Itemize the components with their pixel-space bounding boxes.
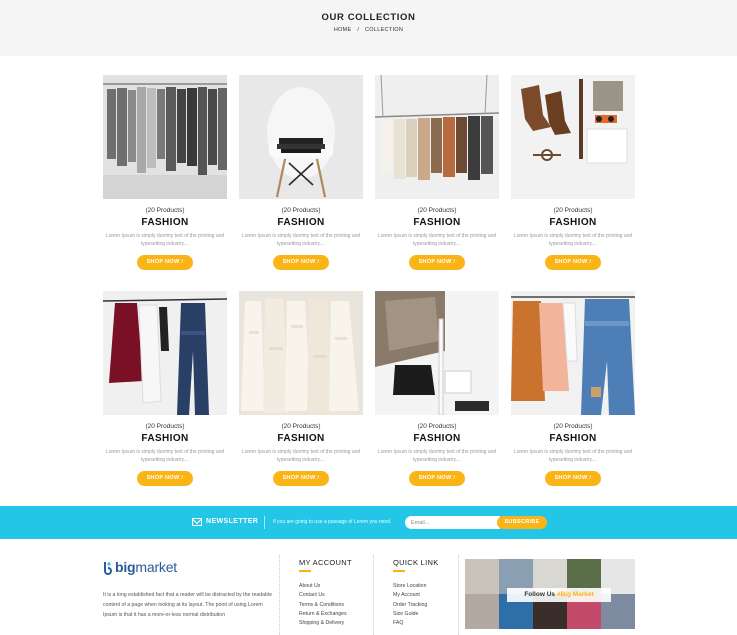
follow-us-banner[interactable]: Follow Us #Big Market (507, 588, 611, 602)
product-name[interactable]: FASHION (103, 433, 227, 444)
product-image-white-dresses[interactable] (239, 291, 363, 415)
product-image-grey-jackets[interactable] (103, 75, 227, 199)
product-image-clothes-rail[interactable] (375, 75, 499, 199)
page-title: OUR COLLECTION (321, 12, 416, 23)
product-name[interactable]: FASHION (511, 217, 635, 228)
footer-divider (279, 555, 280, 635)
product-name[interactable]: FASHION (239, 217, 363, 228)
shop-now-button[interactable]: SHOP NOW ! (409, 255, 465, 270)
shop-now-button[interactable]: SHOP NOW ! (137, 471, 193, 486)
product-image-red-coat[interactable] (103, 291, 227, 415)
breadcrumb-current: COLLECTION (365, 27, 404, 33)
product-count: (20 Products) (553, 207, 593, 214)
newsletter-divider (264, 516, 265, 529)
footer-link-faq[interactable]: FAQ (393, 619, 427, 628)
logo-mark-icon (104, 562, 112, 575)
product-card: (20 Products) FASHION Lorem Ipsum is sim… (103, 291, 227, 486)
product-count: (20 Products) (553, 423, 593, 430)
heading-underline (299, 570, 311, 572)
product-image-flat-lay[interactable] (511, 75, 635, 199)
newsletter-label: NEWSLETTER (206, 518, 259, 525)
follow-us-text: Follow Us (524, 591, 556, 598)
footer-link-shipping[interactable]: Shipping & Delivery (299, 619, 347, 628)
shop-now-button[interactable]: SHOP NOW ! (273, 255, 329, 270)
footer-link-store-location[interactable]: Store Location (393, 582, 427, 591)
footer-link-terms[interactable]: Terms & Conditions (299, 601, 347, 610)
product-name[interactable]: FASHION (511, 433, 635, 444)
footer-divider (373, 555, 374, 635)
breadcrumb-home-link[interactable]: HOME (334, 27, 352, 33)
product-card: (20 Products) FASHION Lorem Ipsum is sim… (375, 291, 499, 486)
product-count: (20 Products) (281, 207, 321, 214)
product-description: Lorem Ipsum is simply dummy text of the … (241, 233, 361, 247)
shop-now-button[interactable]: SHOP NOW ! (137, 255, 193, 270)
heading-underline (393, 570, 405, 572)
product-card: (20 Products) FASHION Lorem Ipsum is sim… (239, 75, 363, 270)
footer-link-returns[interactable]: Return & Exchanges (299, 610, 347, 619)
product-description: Lorem Ipsum is simply dummy text of the … (377, 449, 497, 463)
product-count: (20 Products) (281, 423, 321, 430)
breadcrumb-separator: / (357, 27, 360, 33)
product-count: (20 Products) (417, 423, 457, 430)
my-account-heading: MY ACCOUNT (299, 558, 352, 567)
product-image-jackets-denim[interactable] (511, 291, 635, 415)
shop-now-button[interactable]: SHOP NOW ! (545, 255, 601, 270)
gallery-image[interactable] (465, 559, 499, 594)
product-count: (20 Products) (417, 207, 457, 214)
shop-now-button[interactable]: SHOP NOW ! (545, 471, 601, 486)
product-card: (20 Products) FASHION Lorem Ipsum is sim… (511, 75, 635, 270)
product-name[interactable]: FASHION (375, 433, 499, 444)
newsletter-bar: NEWSLETTER If you are going to use a pas… (0, 506, 737, 539)
shop-now-button[interactable]: SHOP NOW ! (409, 471, 465, 486)
my-account-list: About Us Contact Us Terms & Conditions R… (299, 582, 347, 628)
product-card: (20 Products) FASHION Lorem Ipsum is sim… (511, 291, 635, 486)
footer-divider (458, 555, 459, 635)
logo-text: bigmarket (115, 559, 177, 575)
footer-link-size-guide[interactable]: Size Guide (393, 610, 427, 619)
product-description: Lorem Ipsum is simply dummy text of the … (105, 233, 225, 247)
footer-link-my-account[interactable]: My Account (393, 591, 427, 600)
product-card: (20 Products) FASHION Lorem Ipsum is sim… (103, 75, 227, 270)
gallery-image[interactable] (465, 594, 499, 629)
envelope-icon (192, 518, 202, 526)
product-name[interactable]: FASHION (103, 217, 227, 228)
footer-link-contact-us[interactable]: Contact Us (299, 591, 347, 600)
breadcrumb: HOME / COLLECTION (0, 27, 737, 33)
product-description: Lorem Ipsum is simply dummy text of the … (513, 233, 633, 247)
instagram-gallery[interactable]: Follow Us #Big Market (465, 559, 635, 629)
product-card: (20 Products) FASHION Lorem Ipsum is sim… (375, 75, 499, 270)
page-header: OUR COLLECTION HOME / COLLECTION (0, 0, 737, 56)
product-description: Lorem Ipsum is simply dummy text of the … (513, 449, 633, 463)
product-count: (20 Products) (145, 207, 185, 214)
follow-us-hashtag: #Big Market (556, 591, 594, 598)
footer-about-text: It is a long established fact that a rea… (103, 592, 272, 618)
newsletter-email-input[interactable] (405, 516, 500, 529)
product-count: (20 Products) (145, 423, 185, 430)
product-name[interactable]: FASHION (239, 433, 363, 444)
footer: bigmarket It is a long established fact … (0, 539, 737, 635)
subscribe-button[interactable]: SUBSCRIBE (497, 516, 547, 529)
product-description: Lorem Ipsum is simply dummy text of the … (241, 449, 361, 463)
newsletter-text: If you are going to use a passage of Lor… (273, 519, 392, 525)
product-name[interactable]: FASHION (375, 217, 499, 228)
product-image-white-chair[interactable] (239, 75, 363, 199)
quick-link-list: Store Location My Account Order Tracking… (393, 582, 427, 628)
footer-link-order-tracking[interactable]: Order Tracking (393, 601, 427, 610)
shop-now-button[interactable]: SHOP NOW ! (273, 471, 329, 486)
quick-link-heading: QUICK LINK (393, 558, 439, 567)
product-description: Lorem Ipsum is simply dummy text of the … (105, 449, 225, 463)
product-image-clothes-stand[interactable] (375, 291, 499, 415)
product-description: Lorem Ipsum is simply dummy text of the … (377, 233, 497, 247)
footer-link-about-us[interactable]: About Us (299, 582, 347, 591)
product-card: (20 Products) FASHION Lorem Ipsum is sim… (239, 291, 363, 486)
